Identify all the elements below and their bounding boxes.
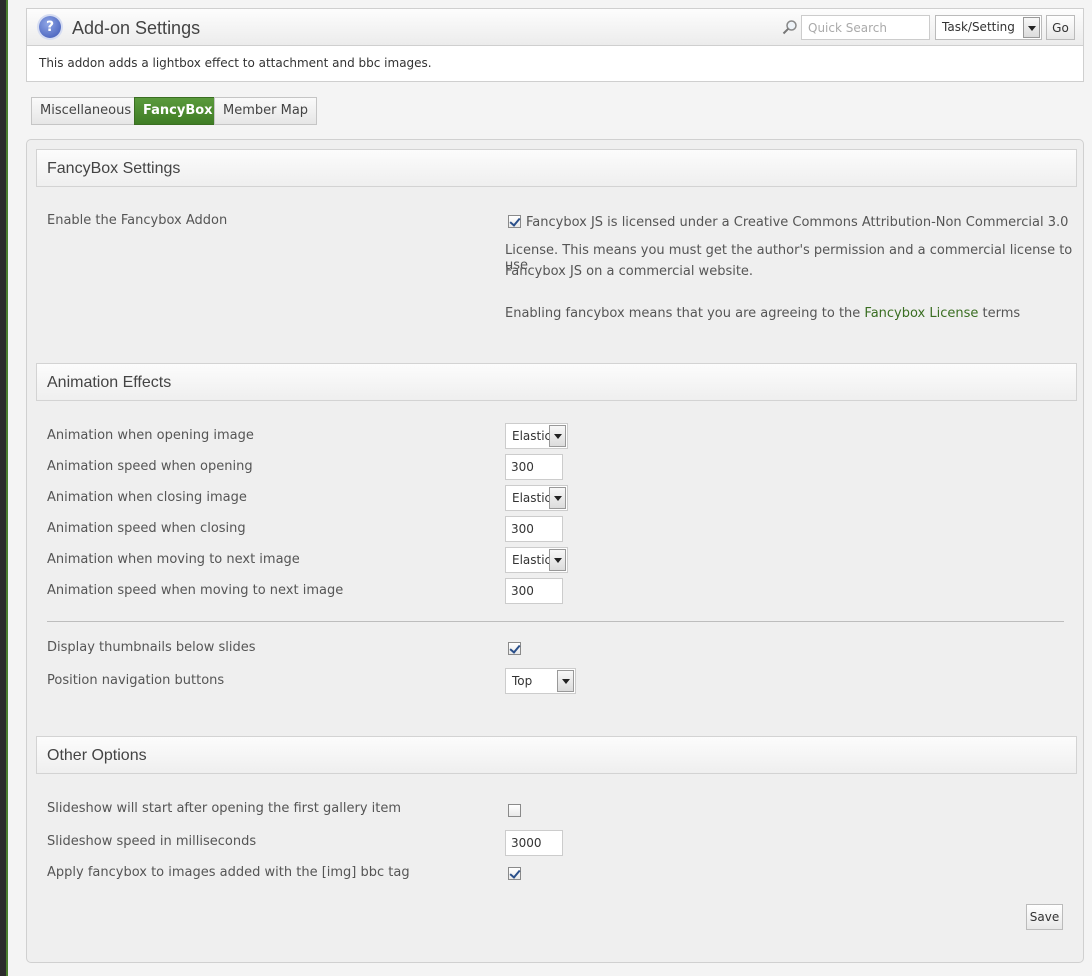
chevron-down-icon[interactable]: [549, 549, 566, 571]
section-header-animation: Animation Effects: [36, 363, 1077, 401]
chevron-down-icon[interactable]: [549, 487, 566, 509]
nav-position-value: Top: [512, 674, 533, 688]
close-speed-input[interactable]: [505, 516, 563, 542]
section-divider: [47, 621, 1064, 622]
next-effect-value: Elastic: [512, 553, 552, 567]
slideshow-autostart-checkbox[interactable]: [508, 804, 521, 817]
next-speed-input[interactable]: [505, 578, 563, 604]
tab-member-map[interactable]: Member Map: [214, 97, 318, 125]
license-text-line-1: Fancybox JS is licensed under a Creative…: [526, 215, 1069, 230]
page-title: Add-on Settings: [72, 18, 201, 38]
thumbnails-label: Display thumbnails below slides: [47, 640, 256, 655]
save-button[interactable]: Save: [1026, 904, 1063, 930]
chevron-down-icon[interactable]: [549, 425, 566, 447]
open-effect-value: Elastic: [512, 429, 552, 443]
close-effect-value: Elastic: [512, 491, 552, 505]
page-header: ? Add-on Settings Task/Setting Go: [26, 8, 1084, 46]
next-speed-label: Animation speed when moving to next imag…: [47, 583, 344, 598]
tab-miscellaneous[interactable]: Miscellaneous: [31, 97, 141, 125]
task-setting-select[interactable]: Task/Setting: [935, 15, 1042, 40]
fancybox-license-link[interactable]: Fancybox License: [864, 306, 978, 321]
close-speed-label: Animation speed when closing: [47, 521, 246, 536]
license-agreement-text: Enabling fancybox means that you are agr…: [505, 306, 1020, 321]
left-sidebar-strip: [0, 0, 8, 976]
section-title: Animation Effects: [47, 374, 172, 391]
slideshow-autostart-label: Slideshow will start after opening the f…: [47, 801, 402, 816]
close-effect-select[interactable]: Elastic: [505, 485, 568, 511]
next-effect-label: Animation when moving to next image: [47, 552, 300, 567]
open-speed-label: Animation speed when opening: [47, 459, 253, 474]
addon-description: This addon adds a lightbox effect to att…: [39, 56, 432, 70]
task-setting-select-value: Task/Setting: [942, 20, 1015, 34]
chevron-down-icon[interactable]: [1023, 17, 1040, 38]
tab-fancybox[interactable]: FancyBox: [134, 97, 222, 125]
license-agreement-prefix: Enabling fancybox means that you are agr…: [505, 306, 861, 321]
section-header-fancybox: FancyBox Settings: [36, 149, 1077, 187]
section-title: Other Options: [47, 747, 147, 764]
nav-position-select[interactable]: Top: [505, 668, 576, 694]
quick-search-input[interactable]: [801, 15, 930, 40]
enable-fancybox-checkbox[interactable]: [508, 215, 521, 228]
section-title: FancyBox Settings: [47, 160, 181, 177]
license-text-line-3: Fancybox JS on a commercial website.: [505, 264, 754, 279]
thumbnails-checkbox[interactable]: [508, 642, 521, 655]
enable-fancybox-label: Enable the Fancybox Addon: [47, 213, 228, 228]
next-effect-select[interactable]: Elastic: [505, 547, 568, 573]
open-effect-select[interactable]: Elastic: [505, 423, 568, 449]
img-tag-checkbox[interactable]: [508, 867, 521, 880]
slideshow-speed-input[interactable]: [505, 830, 563, 856]
chevron-down-icon[interactable]: [557, 670, 574, 692]
license-agreement-suffix: terms: [982, 306, 1021, 321]
close-effect-label: Animation when closing image: [47, 490, 247, 505]
open-speed-input[interactable]: [505, 454, 563, 480]
section-header-other: Other Options: [36, 736, 1077, 774]
open-effect-label: Animation when opening image: [47, 428, 254, 443]
slideshow-speed-label: Slideshow speed in milliseconds: [47, 834, 257, 849]
go-button[interactable]: Go: [1046, 15, 1075, 40]
img-tag-label: Apply fancybox to images added with the …: [47, 865, 410, 880]
help-icon[interactable]: ?: [39, 16, 61, 38]
settings-panel: FancyBox Settings Enable the Fancybox Ad…: [26, 139, 1084, 963]
search-icon: [782, 20, 797, 35]
addon-description-box: This addon adds a lightbox effect to att…: [26, 46, 1084, 82]
nav-position-label: Position navigation buttons: [47, 673, 225, 688]
